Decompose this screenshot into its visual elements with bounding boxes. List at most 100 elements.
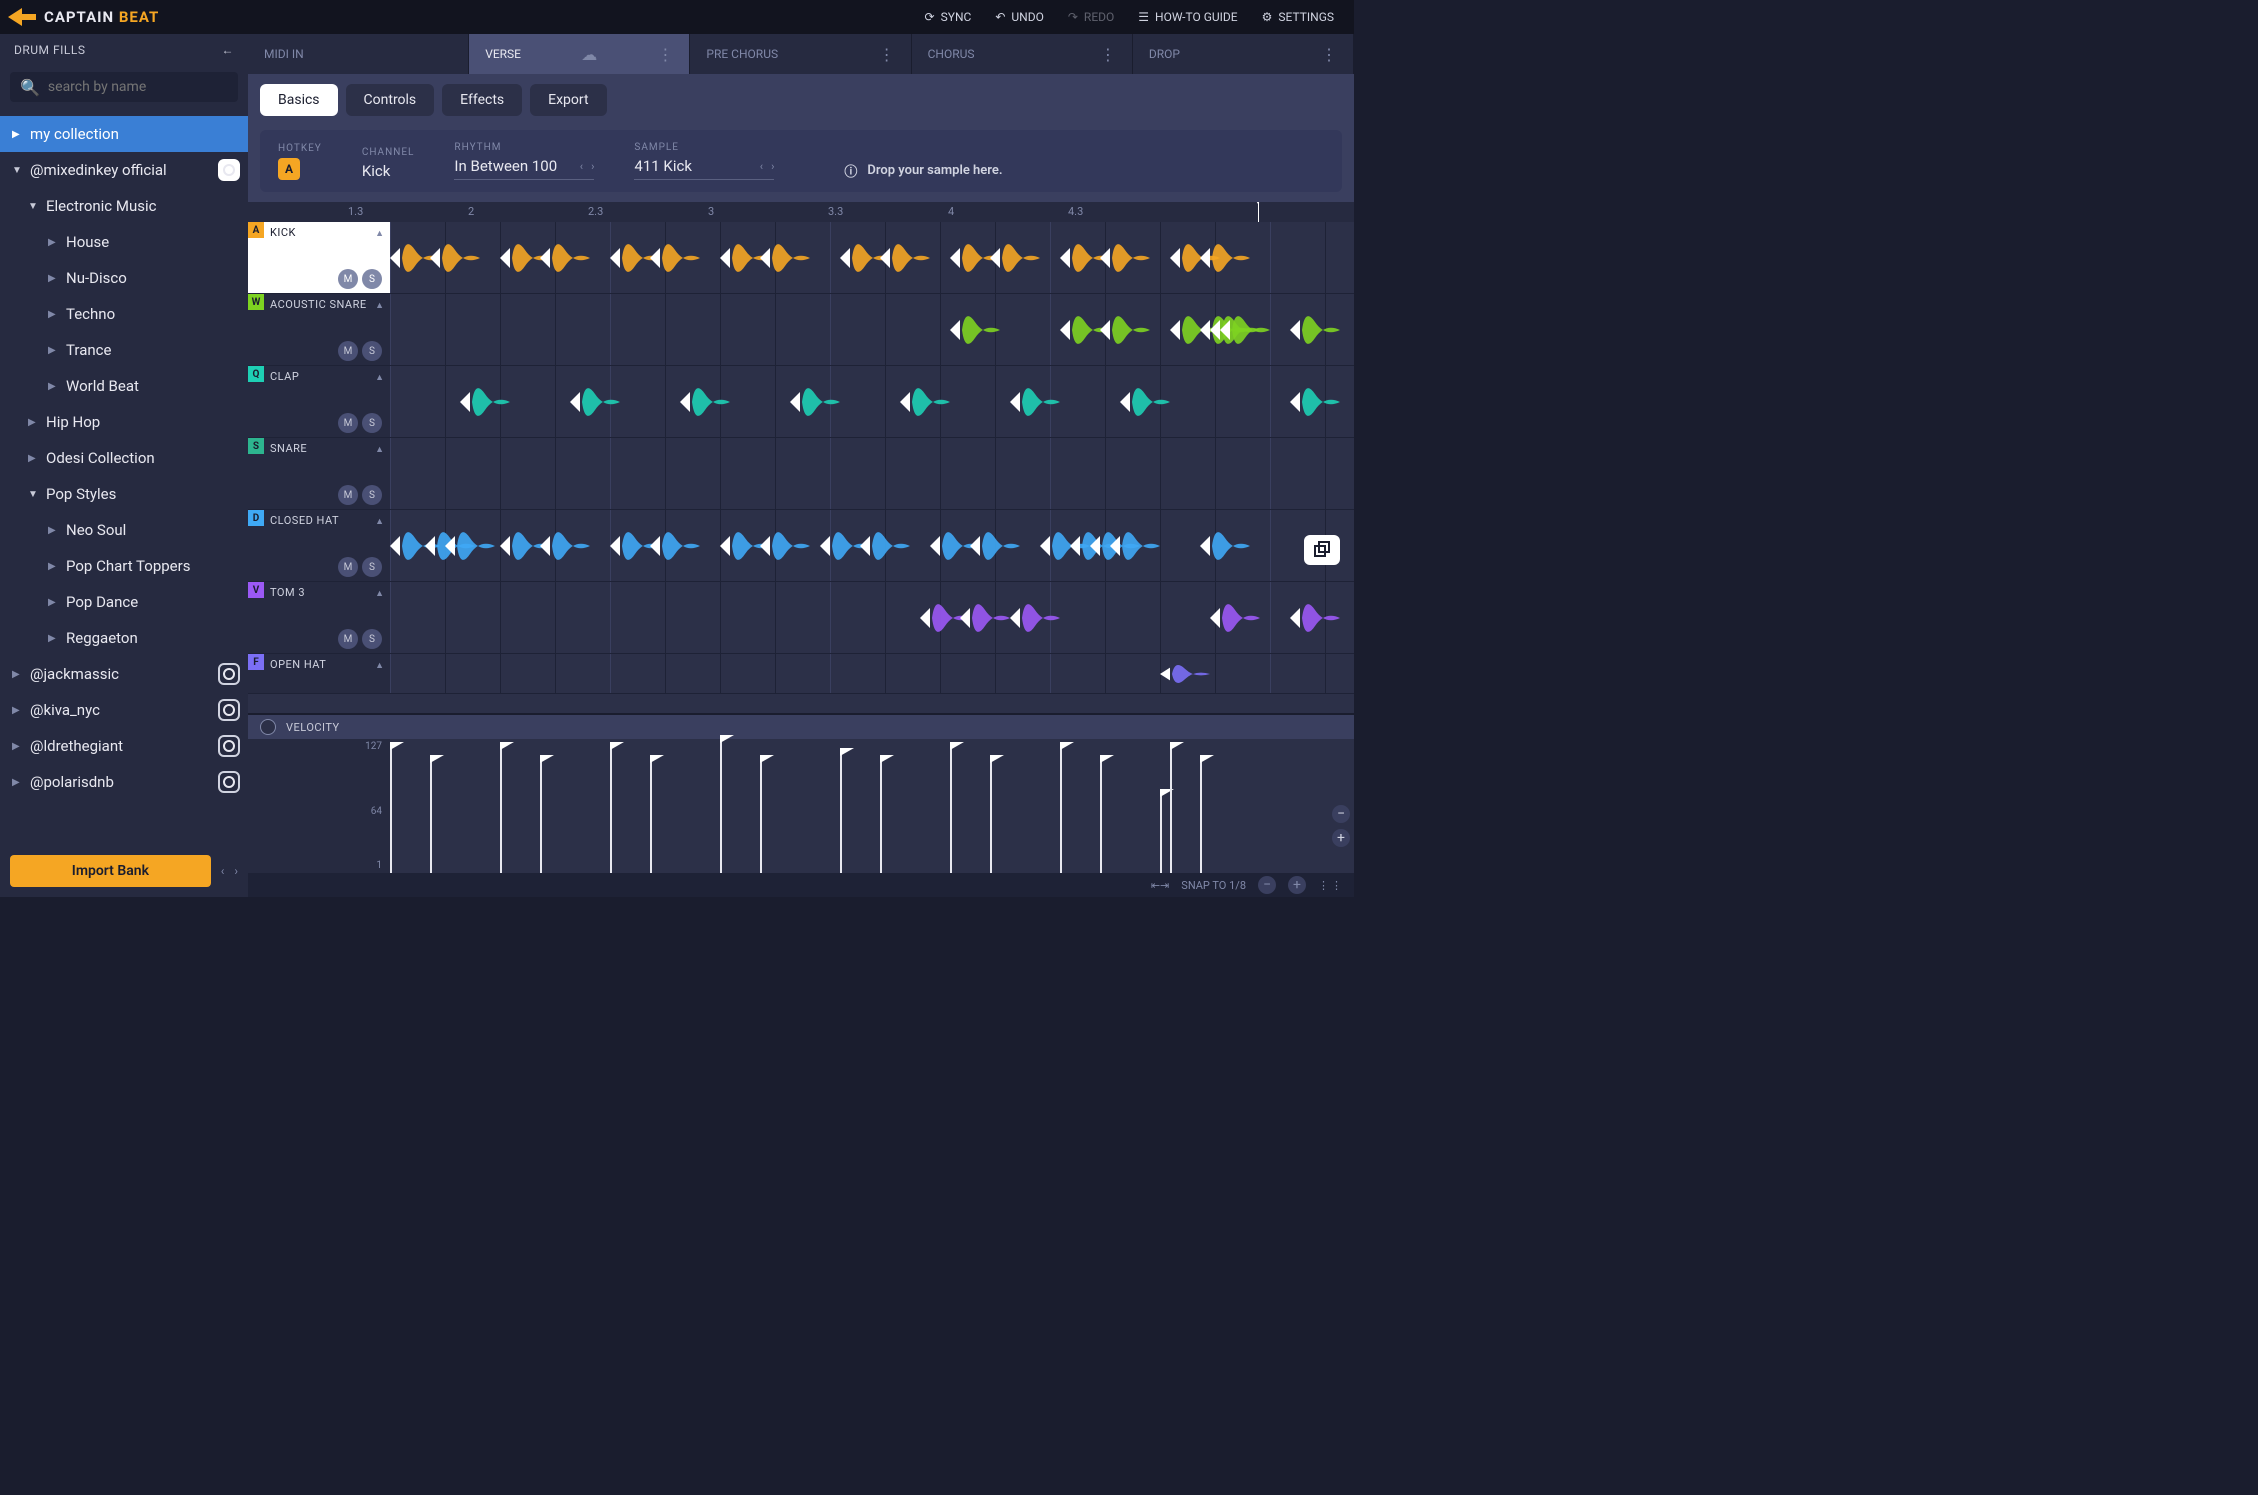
sidebar-item[interactable]: ▼Pop Styles [0, 476, 248, 512]
guide-button[interactable]: ☰HOW-TO GUIDE [1126, 6, 1249, 28]
section-tab[interactable]: MIDI IN [248, 34, 469, 74]
note-hit[interactable] [680, 374, 730, 430]
note-hit[interactable] [540, 518, 590, 574]
mute-button[interactable]: M [338, 557, 358, 577]
note-hit[interactable] [1060, 230, 1110, 286]
zoom-out-h-button[interactable]: − [1258, 876, 1276, 894]
mute-button[interactable]: M [338, 413, 358, 433]
note-hit[interactable] [930, 518, 980, 574]
sample-prev-icon[interactable]: ‹ [760, 160, 763, 173]
note-hit[interactable] [720, 230, 770, 286]
note-hit[interactable] [610, 518, 660, 574]
zoom-out-v-button[interactable]: − [1332, 805, 1350, 823]
panel-tab[interactable]: Controls [346, 84, 435, 116]
note-hit[interactable] [920, 590, 970, 646]
velocity-flag[interactable] [840, 748, 854, 756]
note-hit[interactable] [840, 230, 890, 286]
mute-button[interactable]: M [338, 629, 358, 649]
tab-more-icon[interactable]: ⋮ [1321, 45, 1337, 64]
solo-button[interactable]: S [362, 629, 382, 649]
zoom-in-h-button[interactable]: + [1288, 876, 1306, 894]
velocity-flag[interactable] [500, 742, 514, 750]
tab-more-icon[interactable]: ⋮ [879, 45, 895, 64]
velocity-bar[interactable] [500, 746, 502, 873]
note-hit[interactable] [760, 518, 810, 574]
track-lane[interactable] [390, 654, 1354, 693]
hotkey-badge[interactable]: A [278, 158, 300, 180]
note-hit[interactable] [500, 230, 550, 286]
track-lane[interactable] [390, 510, 1354, 581]
note-hit[interactable] [950, 230, 1000, 286]
note-hit[interactable] [1290, 302, 1340, 358]
instagram-icon[interactable] [218, 699, 240, 721]
track-lane[interactable] [390, 438, 1354, 509]
section-tab[interactable]: DROP⋮ [1133, 34, 1354, 74]
instagram-icon[interactable] [218, 663, 240, 685]
velocity-bar[interactable] [1200, 759, 1202, 873]
note-hit[interactable] [1060, 302, 1110, 358]
solo-button[interactable]: S [362, 485, 382, 505]
tab-more-icon[interactable]: ⋮ [1100, 45, 1116, 64]
section-tab[interactable]: PRE CHORUS⋮ [690, 34, 911, 74]
velocity-flag[interactable] [990, 755, 1004, 763]
sample-drop-zone[interactable]: ⓘ Drop your sample here. [844, 161, 1002, 180]
track-collapse-icon[interactable]: ▲ [375, 516, 384, 527]
velocity-flag[interactable] [390, 742, 404, 750]
velocity-bar[interactable] [540, 759, 542, 873]
track-collapse-icon[interactable]: ▲ [375, 444, 384, 455]
sidebar-item[interactable]: ▶Nu-Disco [0, 260, 248, 296]
velocity-bar[interactable] [880, 759, 882, 873]
velocity-bar[interactable] [430, 759, 432, 873]
cloud-icon[interactable]: ☁ [581, 45, 597, 64]
mute-button[interactable]: M [338, 269, 358, 289]
note-hit[interactable] [540, 230, 590, 286]
settings-button[interactable]: ⚙SETTINGS [1250, 6, 1346, 28]
track-collapse-icon[interactable]: ▲ [375, 228, 384, 239]
snap-label[interactable]: SNAP TO 1/8 [1181, 879, 1246, 892]
velocity-bar[interactable] [840, 752, 842, 873]
note-hit[interactable] [790, 374, 840, 430]
sidebar-item[interactable]: ▶@kiva_nyc [0, 692, 248, 728]
section-tab[interactable]: CHORUS⋮ [912, 34, 1133, 74]
note-hit[interactable] [990, 230, 1040, 286]
velocity-flag[interactable] [950, 742, 964, 750]
panel-tab[interactable]: Export [530, 84, 606, 116]
velocity-bar[interactable] [1060, 746, 1062, 873]
note-hit[interactable] [1170, 302, 1220, 358]
track-header[interactable]: V TOM 3 ▲ M S [248, 582, 390, 653]
note-hit[interactable] [1160, 656, 1210, 692]
sidebar-item[interactable]: ▶House [0, 224, 248, 260]
layers-button[interactable] [1304, 535, 1340, 565]
velocity-bar[interactable] [1170, 746, 1172, 873]
velocity-flag[interactable] [880, 755, 894, 763]
note-hit[interactable] [760, 230, 810, 286]
note-hit[interactable] [1010, 374, 1060, 430]
velocity-flag[interactable] [1100, 755, 1114, 763]
sidebar-item[interactable]: ▶Trance [0, 332, 248, 368]
sidebar-item[interactable]: ▶Pop Dance [0, 584, 248, 620]
track-header[interactable]: A KICK ▲ M S [248, 222, 390, 293]
note-hit[interactable] [1070, 518, 1120, 574]
velocity-bar[interactable] [390, 746, 392, 873]
search-container[interactable]: 🔍 [10, 72, 238, 102]
mute-button[interactable]: M [338, 341, 358, 361]
note-hit[interactable] [390, 230, 440, 286]
sidebar-item[interactable]: ▶@polarisdnb [0, 764, 248, 800]
track-collapse-icon[interactable]: ▲ [375, 300, 384, 311]
panel-tab[interactable]: Effects [442, 84, 522, 116]
note-hit[interactable] [1120, 374, 1170, 430]
mute-button[interactable]: M [338, 485, 358, 505]
grid-icon[interactable]: ⋮⋮ [1318, 879, 1344, 892]
track-lane[interactable] [390, 222, 1354, 293]
velocity-flag[interactable] [610, 742, 624, 750]
solo-button[interactable]: S [362, 341, 382, 361]
track-collapse-icon[interactable]: ▲ [375, 372, 384, 383]
note-hit[interactable] [1210, 302, 1260, 358]
sidebar-item[interactable]: ▶Pop Chart Toppers [0, 548, 248, 584]
playhead[interactable] [1258, 202, 1259, 222]
rhythm-select[interactable]: In Between 100 ‹› [454, 157, 594, 180]
velocity-flag[interactable] [540, 755, 554, 763]
redo-button[interactable]: ↷REDO [1056, 6, 1126, 28]
solo-button[interactable]: S [362, 413, 382, 433]
solo-button[interactable]: S [362, 269, 382, 289]
